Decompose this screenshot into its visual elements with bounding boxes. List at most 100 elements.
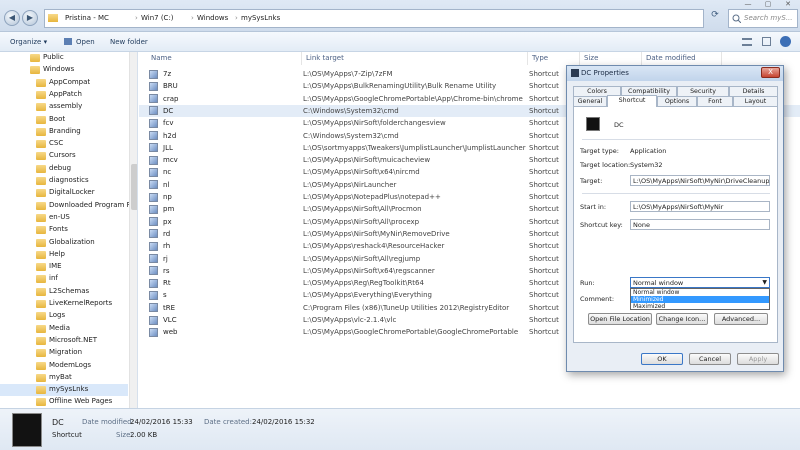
breadcrumb-windows[interactable]: Windows [197, 14, 228, 22]
apply-button[interactable]: Apply [737, 353, 779, 365]
nav-item[interactable]: Media [0, 323, 128, 335]
tab-details[interactable]: Details [729, 86, 778, 96]
nav-item[interactable]: Fonts [0, 224, 128, 236]
nav-item[interactable]: Migration [0, 347, 128, 359]
nav-item[interactable]: Windows [0, 64, 128, 76]
view-options-icon[interactable] [742, 38, 752, 46]
nav-item[interactable]: diagnostics [0, 175, 128, 187]
column-header-size[interactable]: Size [580, 52, 642, 65]
nav-item[interactable]: inf [0, 273, 128, 285]
run-select[interactable]: Normal window ▼ [630, 277, 770, 288]
dialog-title-bar[interactable]: DC Properties X [567, 66, 783, 81]
column-header-date-modified[interactable]: Date modified [642, 52, 722, 65]
search-input[interactable]: Search myS... [728, 9, 798, 28]
tab-font[interactable]: Font [697, 96, 733, 106]
column-header-link-target[interactable]: Link target [302, 52, 528, 65]
details-file-type: Shortcut [52, 431, 82, 439]
nav-item-label: inf [49, 274, 58, 283]
run-option-minimized[interactable]: Minimized [631, 296, 769, 303]
advanced-button[interactable]: Advanced... [714, 313, 768, 325]
cell-type: Shortcut [529, 193, 559, 201]
nav-item-label: Globalization [49, 237, 95, 246]
shortcut-icon [149, 290, 158, 300]
nav-item-label: IME [49, 262, 62, 271]
open-button[interactable]: Open [76, 38, 95, 46]
breadcrumb-mysyslnks[interactable]: mySysLnks [241, 14, 280, 22]
nav-item[interactable]: myBat [0, 372, 128, 384]
nav-item[interactable]: AppCompat [0, 77, 128, 89]
dialog-close-button[interactable]: X [761, 67, 780, 78]
tab-options[interactable]: Options [657, 96, 697, 106]
run-option-maximized[interactable]: Maximized [631, 303, 769, 310]
run-options-list: Normal window Minimized Maximized [630, 288, 770, 310]
cell-type: Shortcut [529, 205, 559, 214]
nav-item[interactable]: Globalization [0, 237, 128, 249]
back-button[interactable]: ◀ [4, 10, 20, 26]
nav-item-label: AppCompat [49, 77, 91, 86]
folder-icon [36, 300, 46, 308]
nav-item[interactable]: Branding [0, 126, 128, 138]
help-icon[interactable] [780, 36, 791, 47]
address-input[interactable]: Pristina - MC Win7 (C:) Windows mySysLnk… [44, 9, 704, 28]
nav-item-label: CSC [49, 139, 64, 148]
nav-item[interactable]: Cursors [0, 150, 128, 162]
comment-label: Comment: [580, 295, 615, 303]
refresh-button[interactable]: ⟳ [706, 10, 724, 27]
change-icon-button[interactable]: Change Icon... [656, 313, 708, 325]
nav-item[interactable]: AppPatch [0, 89, 128, 101]
nav-item[interactable]: CSC [0, 138, 128, 150]
nav-item[interactable]: LiveKernelReports [0, 298, 128, 310]
nav-item[interactable]: Logs [0, 310, 128, 322]
run-option-normal[interactable]: Normal window [631, 289, 769, 296]
column-header-name[interactable]: Name [147, 52, 302, 65]
shortcut-key-input[interactable]: None [630, 219, 770, 230]
start-in-input[interactable]: L:\OS\MyApps\NirSoft\MyNir [630, 201, 770, 212]
nav-item[interactable]: debug [0, 163, 128, 175]
tab-shortcut[interactable]: Shortcut [607, 95, 657, 107]
nav-item[interactable]: Boot [0, 114, 128, 126]
cell-target: C:\Windows\System32\cmd [303, 106, 399, 115]
breadcrumb-win7[interactable]: Win7 (C:) [141, 14, 174, 22]
cell-name: rs [163, 266, 170, 275]
organize-button[interactable]: Organize ▾ [10, 38, 47, 46]
breadcrumb-pristina[interactable]: Pristina - MC [65, 14, 109, 22]
nav-scrollbar-thumb[interactable] [131, 164, 137, 210]
nav-item-label: Fonts [49, 225, 68, 234]
shortcut-icon [149, 278, 158, 288]
nav-item-label: ModemLogs [49, 360, 92, 369]
nav-item[interactable]: L2Schemas [0, 286, 128, 298]
cell-name: nl [163, 180, 170, 189]
nav-item[interactable]: en-US [0, 212, 128, 224]
folder-icon [36, 263, 46, 272]
preview-pane-icon[interactable] [762, 37, 771, 46]
nav-item[interactable]: mySysLnks [0, 384, 128, 397]
shortcut-icon [149, 229, 158, 239]
folder-icon [36, 250, 46, 259]
forward-button[interactable]: ▶ [22, 10, 38, 26]
nav-item[interactable]: DigitalLocker [0, 187, 128, 199]
tab-layout[interactable]: Layout [733, 96, 778, 106]
folder-icon [36, 226, 46, 235]
nav-item[interactable]: IME [0, 261, 128, 273]
ok-button[interactable]: OK [641, 353, 683, 365]
nav-item[interactable]: assembly [0, 101, 128, 113]
tab-security[interactable]: Security [677, 86, 729, 96]
nav-item[interactable]: Microsoft.NET [0, 335, 128, 347]
chevron-down-icon: ▼ [762, 279, 767, 286]
cell-type: Shortcut [529, 94, 559, 103]
shortcut-icon [149, 118, 158, 128]
column-header-type[interactable]: Type [528, 52, 580, 65]
cell-target: L:\OS\MyApps\NirSoft\All\regjump [303, 254, 421, 263]
nav-item[interactable]: Downloaded Program Files [0, 200, 137, 212]
nav-item[interactable]: ModemLogs [0, 360, 128, 372]
open-file-location-button[interactable]: Open File Location [588, 313, 652, 325]
cancel-button[interactable]: Cancel [689, 353, 731, 365]
nav-scrollbar[interactable] [129, 52, 137, 408]
nav-item[interactable]: Offline Web Pages [0, 396, 128, 408]
shortcut-icon [149, 94, 158, 104]
nav-item[interactable]: Help [0, 249, 128, 261]
new-folder-button[interactable]: New folder [110, 38, 148, 46]
target-input[interactable]: L:\OS\MyApps\NirSoft\MyNir\DriveCleanup.… [630, 175, 770, 186]
nav-item[interactable]: Public [0, 52, 128, 64]
tab-general[interactable]: General [573, 96, 607, 106]
